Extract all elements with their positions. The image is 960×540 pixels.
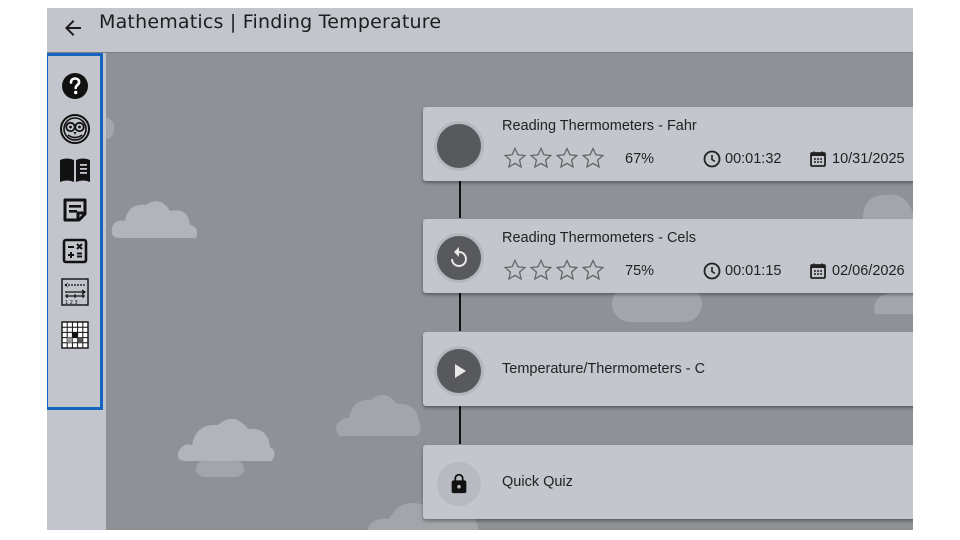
number-line-button[interactable]: 1 2 3 <box>57 275 93 309</box>
play-icon <box>455 364 466 378</box>
lesson-title: Temperature/Thermometers - C <box>502 361 706 377</box>
path-connector <box>459 293 461 331</box>
page-title: Mathematics | Finding Temperature <box>99 11 442 33</box>
star-empty-icon <box>581 146 605 169</box>
star-rating <box>503 146 605 170</box>
owl-button[interactable] <box>57 112 93 146</box>
arrow-left-icon <box>65 20 81 36</box>
owl-icon <box>60 114 90 144</box>
cloud-decoration <box>106 117 115 139</box>
time-spent: 00:01:32 <box>725 151 782 167</box>
help-button[interactable] <box>57 69 93 103</box>
back-button[interactable] <box>59 14 87 42</box>
book-button[interactable] <box>57 153 93 187</box>
number-line-icon: 1 2 3 <box>61 278 89 306</box>
lesson-card[interactable]: Reading Thermometers - Cels 75% 00:01:15… <box>423 219 913 293</box>
tool-panel: 1 2 3 <box>47 53 103 410</box>
locked-status <box>437 462 481 506</box>
clock-icon <box>703 150 721 168</box>
score-percent: 75% <box>625 263 655 279</box>
completion-date: 10/31/2025 <box>832 151 905 167</box>
replay-icon <box>451 247 467 267</box>
calculator-button[interactable] <box>57 234 93 268</box>
grid-icon <box>61 321 89 349</box>
path-connector <box>459 180 461 218</box>
calendar-icon <box>810 151 826 167</box>
in-progress-icon <box>437 124 481 168</box>
completion-date: 02/06/2026 <box>832 263 905 279</box>
star-empty-icon <box>555 146 579 169</box>
cloud-decoration <box>111 201 198 238</box>
svg-text:1 2 3: 1 2 3 <box>65 300 78 306</box>
star-empty-icon <box>529 146 553 169</box>
star-rating <box>503 258 605 282</box>
star-empty-icon <box>555 258 579 281</box>
calculator-icon <box>62 238 88 264</box>
lesson-title: Quick Quiz <box>502 474 573 490</box>
sidebar: 1 2 3 <box>47 53 106 530</box>
time-spent: 00:01:15 <box>725 263 782 279</box>
clock-icon <box>703 262 721 280</box>
replay-button[interactable] <box>437 236 481 280</box>
play-button[interactable] <box>437 349 481 393</box>
app-window: Mathematics | Finding Temperature 1 2 3 … <box>47 8 913 530</box>
lesson-card[interactable]: Reading Thermometers - Fahr 67% 00:01:32… <box>423 107 913 181</box>
lesson-stats: 75% 00:01:15 02/06/2026 <box>503 258 913 282</box>
notes-button[interactable] <box>57 193 93 227</box>
grid-button[interactable] <box>57 318 93 352</box>
book-icon <box>60 158 90 182</box>
lesson-stats: 67% 00:01:32 10/31/2025 <box>503 146 913 170</box>
notes-icon <box>63 198 87 222</box>
lesson-title: Reading Thermometers - Fahr <box>502 118 697 134</box>
lesson-card[interactable]: Quick Quiz <box>423 445 913 519</box>
lesson-path-area: Reading Thermometers - Fahr 67% 00:01:32… <box>106 53 913 530</box>
cloud-decoration <box>177 418 275 477</box>
path-connector <box>459 406 461 444</box>
cloud-decoration <box>336 394 421 436</box>
score-percent: 67% <box>625 151 655 167</box>
lesson-title: Reading Thermometers - Cels <box>502 230 696 246</box>
lesson-card[interactable]: Temperature/Thermometers - C <box>423 332 913 406</box>
star-empty-icon <box>529 258 553 281</box>
star-empty-icon <box>503 146 527 169</box>
star-empty-icon <box>503 258 527 281</box>
help-icon <box>62 73 88 99</box>
calendar-icon <box>810 263 826 279</box>
lock-icon <box>451 473 467 494</box>
star-empty-icon <box>581 258 605 281</box>
top-bar: Mathematics | Finding Temperature <box>47 8 913 53</box>
